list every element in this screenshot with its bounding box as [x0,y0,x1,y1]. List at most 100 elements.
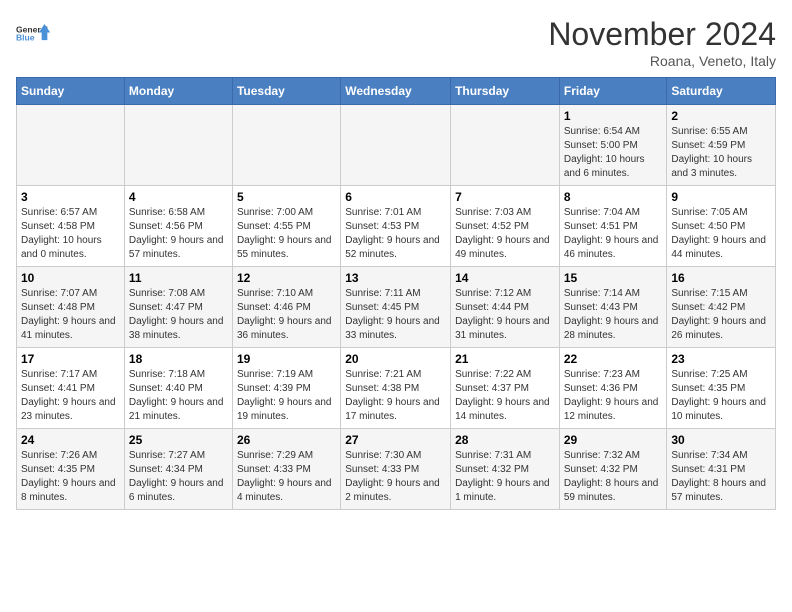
day-number: 28 [455,433,555,447]
day-number: 8 [564,190,663,204]
day-number: 26 [237,433,336,447]
calendar-cell: 3 Sunrise: 6:57 AM Sunset: 4:58 PM Daylig… [17,186,125,267]
day-header-thursday: Thursday [451,78,560,105]
day-number: 18 [129,352,228,366]
day-info: Sunrise: 7:18 AM Sunset: 4:40 PM Dayligh… [129,368,228,424]
calendar-cell: 25Sunrise: 7:27 AM Sunset: 4:34 PM Dayli… [124,429,232,510]
day-info: Sunrise: 7:19 AM Sunset: 4:39 PM Dayligh… [237,368,336,424]
day-info: Sunrise: 7:32 AM Sunset: 4:32 PM Dayligh… [564,449,663,505]
calendar-cell: 13 Sunrise: 7:11 AM Sunset: 4:45 PM Dayli… [341,267,451,348]
location-subtitle: Roana, Veneto, Italy [548,53,776,69]
day-number: 6 [345,190,446,204]
calendar-cell: 19 Sunrise: 7:19 AM Sunset: 4:39 PM Dayli… [232,348,340,429]
title-block: November 2024 Roana, Veneto, Italy [548,16,776,69]
calendar-week-1: 1 Sunrise: 6:54 AM Sunset: 5:00 PM Daylig… [17,105,776,186]
calendar-cell: 18 Sunrise: 7:18 AM Sunset: 4:40 PM Dayli… [124,348,232,429]
calendar-cell: 17 Sunrise: 7:17 AM Sunset: 4:41 PM Dayli… [17,348,125,429]
day-info: Sunrise: 7:14 AM Sunset: 4:43 PM Dayligh… [564,287,663,343]
day-number: 4 [129,190,228,204]
calendar-cell [232,105,340,186]
calendar-cell: 9 Sunrise: 7:05 AM Sunset: 4:50 PM Daylig… [667,186,776,267]
day-header-tuesday: Tuesday [232,78,340,105]
svg-text:Blue: Blue [16,33,35,43]
day-info: Sunrise: 7:08 AM Sunset: 4:47 PM Dayligh… [129,287,228,343]
day-number: 20 [345,352,446,366]
day-info: Sunrise: 6:57 AM Sunset: 4:58 PM Dayligh… [21,206,120,262]
calendar-cell: 20 Sunrise: 7:21 AM Sunset: 4:38 PM Dayli… [341,348,451,429]
calendar-cell: 16 Sunrise: 7:15 AM Sunset: 4:42 PM Dayli… [667,267,776,348]
day-number: 9 [671,190,771,204]
calendar-cell: 12 Sunrise: 7:10 AM Sunset: 4:46 PM Dayli… [232,267,340,348]
day-number: 27 [345,433,446,447]
day-number: 14 [455,271,555,285]
calendar-header-row: SundayMondayTuesdayWednesdayThursdayFrid… [17,78,776,105]
day-info: Sunrise: 7:22 AM Sunset: 4:37 PM Dayligh… [455,368,555,424]
calendar-cell: 27Sunrise: 7:30 AM Sunset: 4:33 PM Dayli… [341,429,451,510]
calendar-cell [17,105,125,186]
calendar-cell: 1 Sunrise: 6:54 AM Sunset: 5:00 PM Daylig… [559,105,667,186]
day-info: Sunrise: 7:03 AM Sunset: 4:52 PM Dayligh… [455,206,555,262]
day-number: 17 [21,352,120,366]
day-info: Sunrise: 7:17 AM Sunset: 4:41 PM Dayligh… [21,368,120,424]
day-number: 3 [21,190,120,204]
day-info: Sunrise: 7:00 AM Sunset: 4:55 PM Dayligh… [237,206,336,262]
calendar-week-4: 17 Sunrise: 7:17 AM Sunset: 4:41 PM Dayli… [17,348,776,429]
calendar-week-5: 24Sunrise: 7:26 AM Sunset: 4:35 PM Dayli… [17,429,776,510]
day-info: Sunrise: 7:12 AM Sunset: 4:44 PM Dayligh… [455,287,555,343]
day-number: 23 [671,352,771,366]
calendar-week-2: 3 Sunrise: 6:57 AM Sunset: 4:58 PM Daylig… [17,186,776,267]
day-info: Sunrise: 7:31 AM Sunset: 4:32 PM Dayligh… [455,449,555,505]
calendar-cell: 11 Sunrise: 7:08 AM Sunset: 4:47 PM Dayli… [124,267,232,348]
calendar-cell: 30Sunrise: 7:34 AM Sunset: 4:31 PM Dayli… [667,429,776,510]
calendar-cell: 21Sunrise: 7:22 AM Sunset: 4:37 PM Dayli… [451,348,560,429]
calendar-cell: 28 Sunrise: 7:31 AM Sunset: 4:32 PM Dayli… [451,429,560,510]
day-number: 12 [237,271,336,285]
day-info: Sunrise: 7:10 AM Sunset: 4:46 PM Dayligh… [237,287,336,343]
day-number: 19 [237,352,336,366]
logo-svg: General Blue [16,16,54,51]
day-number: 1 [564,109,663,123]
day-header-monday: Monday [124,78,232,105]
day-info: Sunrise: 7:07 AM Sunset: 4:48 PM Dayligh… [21,287,120,343]
calendar-cell: 10Sunrise: 7:07 AM Sunset: 4:48 PM Dayli… [17,267,125,348]
day-number: 30 [671,433,771,447]
day-info: Sunrise: 7:21 AM Sunset: 4:38 PM Dayligh… [345,368,446,424]
day-info: Sunrise: 7:23 AM Sunset: 4:36 PM Dayligh… [564,368,663,424]
day-info: Sunrise: 7:15 AM Sunset: 4:42 PM Dayligh… [671,287,771,343]
calendar-cell: 23Sunrise: 7:25 AM Sunset: 4:35 PM Dayli… [667,348,776,429]
calendar-cell: 24Sunrise: 7:26 AM Sunset: 4:35 PM Dayli… [17,429,125,510]
calendar-week-3: 10Sunrise: 7:07 AM Sunset: 4:48 PM Dayli… [17,267,776,348]
calendar-cell: 6Sunrise: 7:01 AM Sunset: 4:53 PM Daylig… [341,186,451,267]
month-title: November 2024 [548,16,776,53]
calendar-cell [341,105,451,186]
day-number: 7 [455,190,555,204]
calendar-cell [451,105,560,186]
calendar-cell: 8 Sunrise: 7:04 AM Sunset: 4:51 PM Daylig… [559,186,667,267]
calendar-cell: 2Sunrise: 6:55 AM Sunset: 4:59 PM Daylig… [667,105,776,186]
day-header-wednesday: Wednesday [341,78,451,105]
day-number: 5 [237,190,336,204]
day-number: 29 [564,433,663,447]
day-header-saturday: Saturday [667,78,776,105]
calendar-cell: 15 Sunrise: 7:14 AM Sunset: 4:43 PM Dayli… [559,267,667,348]
calendar-cell: 26 Sunrise: 7:29 AM Sunset: 4:33 PM Dayli… [232,429,340,510]
day-info: Sunrise: 7:11 AM Sunset: 4:45 PM Dayligh… [345,287,446,343]
day-number: 22 [564,352,663,366]
calendar-cell: 5 Sunrise: 7:00 AM Sunset: 4:55 PM Daylig… [232,186,340,267]
calendar-table: SundayMondayTuesdayWednesdayThursdayFrid… [16,77,776,510]
day-number: 16 [671,271,771,285]
day-number: 13 [345,271,446,285]
day-info: Sunrise: 7:29 AM Sunset: 4:33 PM Dayligh… [237,449,336,505]
day-number: 15 [564,271,663,285]
calendar-cell [124,105,232,186]
calendar-cell: 29 Sunrise: 7:32 AM Sunset: 4:32 PM Dayli… [559,429,667,510]
day-info: Sunrise: 7:04 AM Sunset: 4:51 PM Dayligh… [564,206,663,262]
day-info: Sunrise: 6:54 AM Sunset: 5:00 PM Dayligh… [564,125,663,181]
day-header-sunday: Sunday [17,78,125,105]
day-number: 24 [21,433,120,447]
day-number: 11 [129,271,228,285]
calendar-cell: 22 Sunrise: 7:23 AM Sunset: 4:36 PM Dayli… [559,348,667,429]
calendar-cell: 7 Sunrise: 7:03 AM Sunset: 4:52 PM Daylig… [451,186,560,267]
day-info: Sunrise: 7:05 AM Sunset: 4:50 PM Dayligh… [671,206,771,262]
page-header: General Blue November 2024 Roana, Veneto… [16,16,776,69]
